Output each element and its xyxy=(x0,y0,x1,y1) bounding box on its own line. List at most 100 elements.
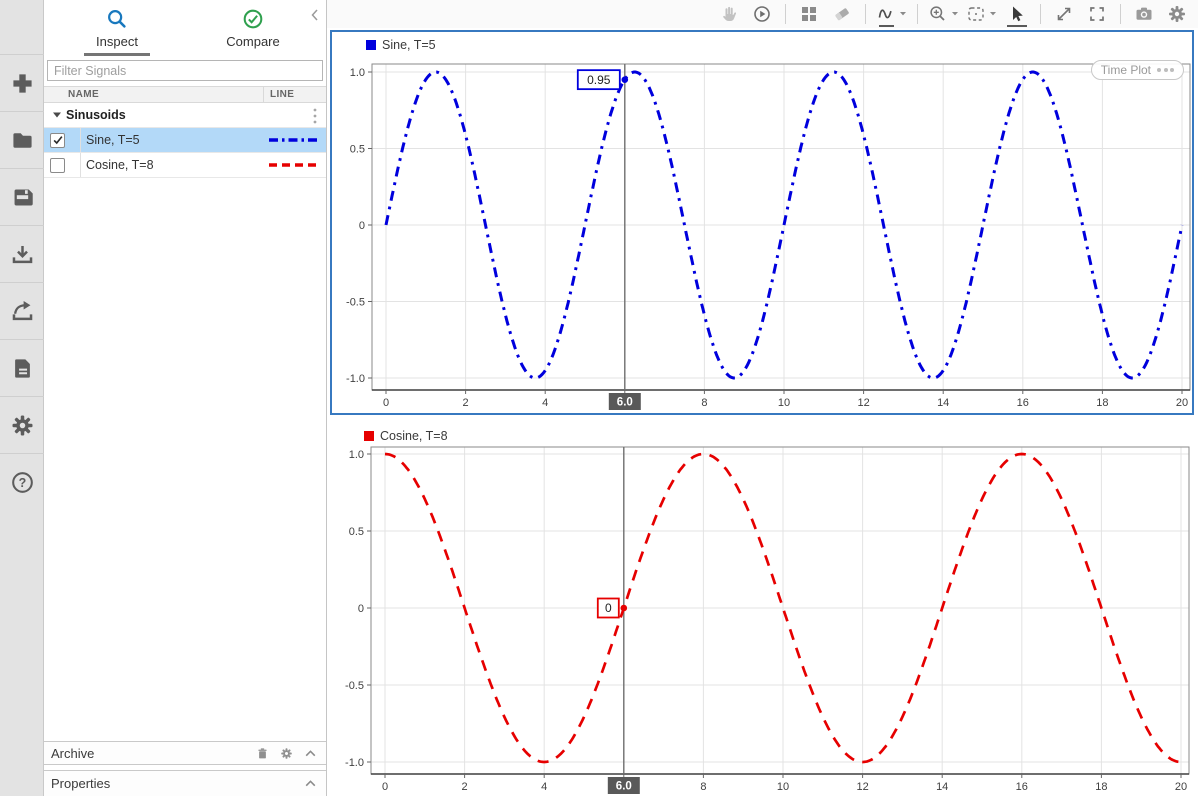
export-button[interactable] xyxy=(0,282,44,339)
svg-text:16: 16 xyxy=(1016,781,1028,793)
signal-checkbox[interactable] xyxy=(50,158,65,173)
data-cursors-button[interactable] xyxy=(876,1,907,27)
trash-icon[interactable] xyxy=(255,746,270,761)
expand-button[interactable] xyxy=(1051,1,1077,27)
toolbar-spacer xyxy=(0,0,43,54)
cursor-time-badge[interactable]: 6.0 xyxy=(609,393,641,410)
subplot-layout-button[interactable] xyxy=(796,1,822,27)
line-style-cell[interactable] xyxy=(263,128,326,152)
svg-text:1.0: 1.0 xyxy=(350,67,365,79)
svg-text:0.5: 0.5 xyxy=(350,144,365,156)
fit-to-view-button[interactable] xyxy=(966,1,997,27)
panel-tabs: Inspect Compare xyxy=(44,0,326,56)
camera-icon xyxy=(1134,4,1154,24)
gear-icon[interactable] xyxy=(279,746,294,761)
create-report-button[interactable] xyxy=(0,339,44,396)
svg-text:0: 0 xyxy=(383,397,389,409)
folder-icon xyxy=(10,128,35,153)
archive-section-header[interactable]: Archive xyxy=(44,741,326,765)
collapse-panel-chevron-left-icon[interactable] xyxy=(309,8,321,22)
plot-area: Sine, T=5 Time Plot 02481012141618201.00… xyxy=(327,0,1198,796)
gear-icon xyxy=(10,413,35,438)
svg-text:20: 20 xyxy=(1175,781,1187,793)
svg-text:-0.5: -0.5 xyxy=(345,680,364,692)
properties-section-header[interactable]: Properties xyxy=(44,770,326,796)
expand-triangle-icon[interactable] xyxy=(52,111,62,119)
svg-text:16: 16 xyxy=(1017,397,1029,409)
expand-arrows-icon xyxy=(1054,4,1074,24)
toolbar-separator xyxy=(865,4,866,24)
legend-label: Cosine, T=8 xyxy=(380,429,448,443)
ellipsis-icon xyxy=(1157,68,1174,72)
signal-name: Sine, T=5 xyxy=(81,128,263,152)
signal-row-cosine[interactable]: Cosine, T=8 xyxy=(44,153,326,178)
hand-icon xyxy=(719,4,739,24)
gear-icon xyxy=(1167,4,1187,24)
svg-text:12: 12 xyxy=(857,397,869,409)
filter-signals-input[interactable] xyxy=(47,60,323,81)
svg-text:18: 18 xyxy=(1096,397,1108,409)
help-button[interactable]: ? xyxy=(0,453,44,510)
line-style-cell[interactable] xyxy=(263,153,326,177)
plot-settings-button[interactable] xyxy=(1164,1,1190,27)
clear-plots-button[interactable] xyxy=(829,1,855,27)
preferences-button[interactable] xyxy=(0,396,44,453)
signal-checkbox[interactable] xyxy=(50,133,65,148)
toolbar-separator xyxy=(1040,4,1041,24)
signal-panel: Inspect Compare NAME LINE Sinusoids xyxy=(44,0,327,796)
time-plot-sine[interactable]: Sine, T=5 Time Plot 02481012141618201.00… xyxy=(330,30,1194,415)
save-button[interactable] xyxy=(0,168,44,225)
tab-compare[interactable]: Compare xyxy=(198,0,308,56)
svg-text:18: 18 xyxy=(1095,781,1107,793)
svg-text:0: 0 xyxy=(605,601,612,615)
cursor-time-badge[interactable]: 6.0 xyxy=(608,777,640,794)
add-button[interactable] xyxy=(0,54,44,111)
cursor-marker xyxy=(621,605,628,612)
cursor-value-box: 0.95 xyxy=(578,70,620,89)
line-style-sample xyxy=(268,137,322,143)
export-icon xyxy=(10,299,35,324)
row-menu-dots-icon[interactable] xyxy=(312,107,318,125)
svg-text:0.5: 0.5 xyxy=(349,526,364,538)
svg-text:10: 10 xyxy=(778,397,790,409)
time-plot-cosine[interactable]: Cosine, T=8 02481012141618201.00.50-0.5-… xyxy=(330,425,1194,796)
svg-text:0: 0 xyxy=(382,781,388,793)
svg-text:0: 0 xyxy=(358,603,364,615)
tab-inspect[interactable]: Inspect xyxy=(62,0,172,56)
search-icon xyxy=(105,7,129,31)
plot-background xyxy=(371,447,1189,774)
dropdown-caret-icon xyxy=(899,11,907,17)
eraser-icon xyxy=(832,4,852,24)
open-button[interactable] xyxy=(0,111,44,168)
replay-icon xyxy=(752,4,772,24)
plot-canvas[interactable]: 02481012141618201.00.50-0.5-1.00.956.0 xyxy=(332,32,1192,413)
legend-label: Sine, T=5 xyxy=(382,38,436,52)
dropdown-caret-icon xyxy=(989,11,997,17)
collapse-up-chevron-icon[interactable] xyxy=(303,746,318,761)
signal-table-header: NAME LINE xyxy=(44,86,326,103)
snapshot-button[interactable] xyxy=(1131,1,1157,27)
collapse-up-chevron-icon[interactable] xyxy=(303,776,318,791)
check-icon xyxy=(52,134,64,146)
replay-button[interactable] xyxy=(749,1,775,27)
zoom-in-button[interactable] xyxy=(928,1,959,27)
simulation-data-inspector: ? Inspect Compare NAME LINE Sinusoids xyxy=(0,0,1198,796)
signal-row-sine[interactable]: Sine, T=5 xyxy=(44,128,326,153)
pan-hand-button[interactable] xyxy=(716,1,742,27)
plot-legend: Sine, T=5 xyxy=(366,38,436,52)
plot-toolbar xyxy=(327,0,1198,28)
fit-to-view-icon xyxy=(966,4,986,24)
svg-text:0: 0 xyxy=(359,220,365,232)
properties-icons xyxy=(303,776,318,791)
plot-canvas[interactable]: 02481012141618201.00.50-0.5-1.006.0 xyxy=(330,425,1194,796)
pointer-button[interactable] xyxy=(1004,1,1030,27)
column-header-name: NAME xyxy=(44,89,263,100)
fullscreen-button[interactable] xyxy=(1084,1,1110,27)
signal-group-row[interactable]: Sinusoids xyxy=(44,103,326,128)
svg-text:6.0: 6.0 xyxy=(617,397,633,409)
checkbox-cell xyxy=(44,128,81,152)
time-plot-menu-button[interactable]: Time Plot xyxy=(1091,60,1184,80)
report-document-icon xyxy=(10,356,35,381)
svg-text:-0.5: -0.5 xyxy=(346,297,365,309)
import-button[interactable] xyxy=(0,225,44,282)
